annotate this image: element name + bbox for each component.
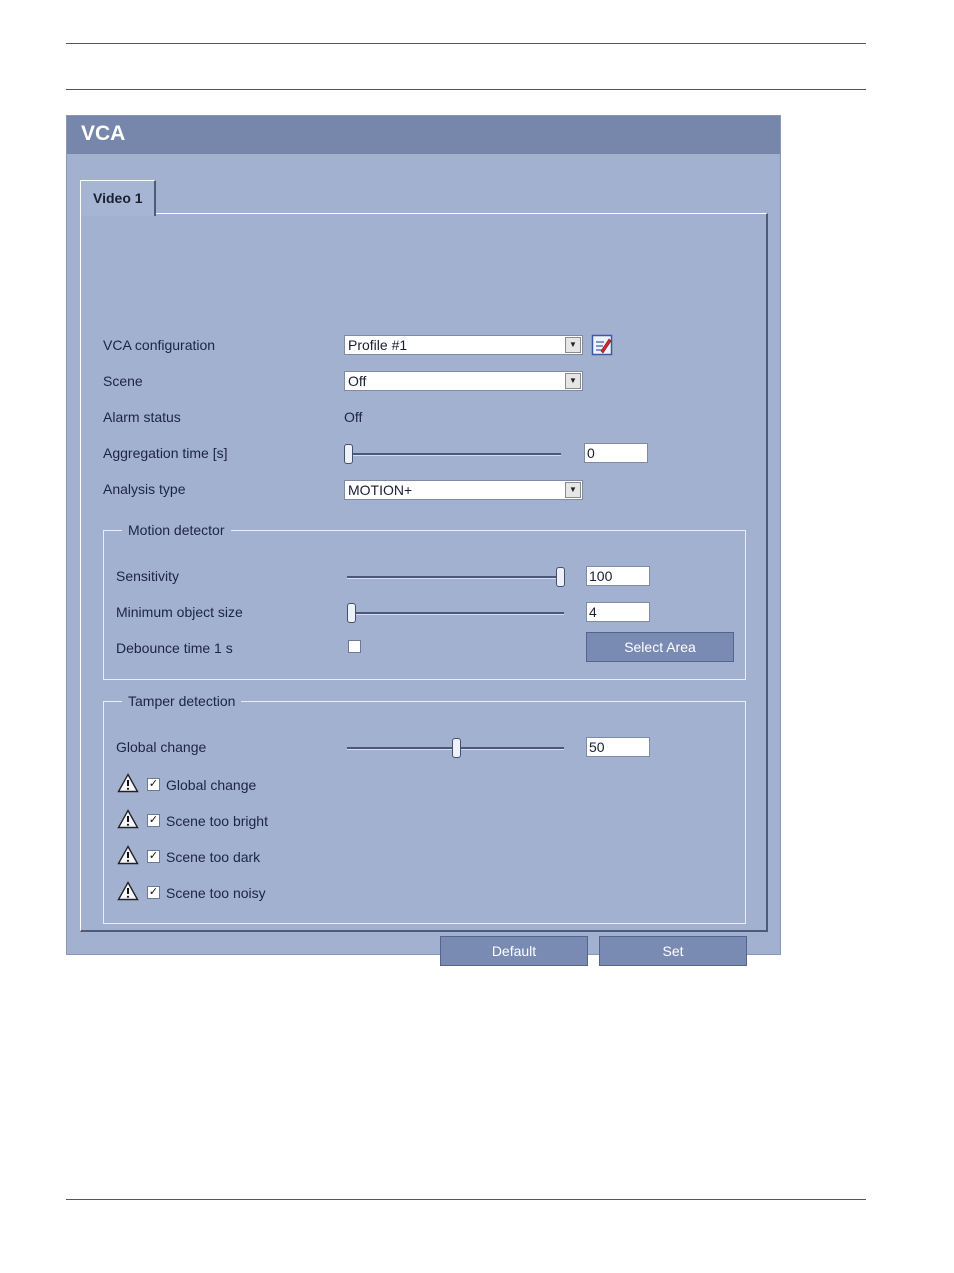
select-area-button[interactable]: Select Area bbox=[586, 632, 734, 662]
vca-configuration-select[interactable]: Profile #1 ▼ bbox=[344, 335, 583, 355]
edit-profile-icon[interactable] bbox=[591, 334, 613, 356]
global-change-label: Global change bbox=[116, 739, 207, 755]
analysis-type-label: Analysis type bbox=[103, 481, 186, 497]
scene-too-noisy-label: Scene too noisy bbox=[166, 885, 266, 901]
sensitivity-label: Sensitivity bbox=[116, 568, 180, 584]
tab-content: VCA configuration Profile #1 ▼ Scene Off… bbox=[80, 213, 768, 966]
footer-rule bbox=[66, 1199, 866, 1200]
minimum-object-size-slider[interactable] bbox=[347, 603, 564, 623]
aggregation-time-slider[interactable] bbox=[344, 444, 561, 464]
scene-too-bright-label: Scene too bright bbox=[166, 813, 268, 829]
motion-detector-legend: Motion detector bbox=[122, 522, 231, 538]
scene-too-bright-checkbox[interactable]: ✓ bbox=[147, 814, 160, 827]
alarm-status-label: Alarm status bbox=[103, 409, 181, 425]
chevron-down-icon[interactable]: ▼ bbox=[565, 482, 581, 498]
default-button[interactable]: Default bbox=[440, 936, 588, 966]
tab-label: Video 1 bbox=[93, 190, 143, 206]
scene-select[interactable]: Off ▼ bbox=[344, 371, 583, 391]
scene-too-noisy-checkbox[interactable]: ✓ bbox=[147, 886, 160, 899]
slider-thumb[interactable] bbox=[344, 444, 353, 464]
warning-icon bbox=[117, 881, 139, 901]
minimum-object-size-label: Minimum object size bbox=[116, 604, 243, 620]
vca-panel: VCA Video 1 VCA configuration Profile #1… bbox=[66, 115, 781, 966]
debounce-checkbox[interactable] bbox=[348, 640, 361, 653]
slider-thumb[interactable] bbox=[347, 603, 356, 623]
header-rule-top bbox=[66, 43, 866, 44]
slider-thumb[interactable] bbox=[556, 567, 565, 587]
global-change-input[interactable]: 50 bbox=[586, 737, 650, 757]
aggregation-time-label: Aggregation time [s] bbox=[103, 445, 228, 461]
vca-configuration-label: VCA configuration bbox=[103, 337, 216, 353]
global-change-check-label: Global change bbox=[166, 777, 257, 793]
set-button[interactable]: Set bbox=[599, 936, 747, 966]
alarm-status-value: Off bbox=[344, 409, 363, 425]
scene-too-dark-label: Scene too dark bbox=[166, 849, 261, 865]
title-bar: VCA bbox=[67, 116, 780, 154]
scene-value: Off bbox=[348, 373, 367, 389]
chevron-down-icon[interactable]: ▼ bbox=[565, 373, 581, 389]
slider-thumb[interactable] bbox=[451, 738, 461, 758]
debounce-label: Debounce time 1 s bbox=[116, 640, 233, 656]
scene-label: Scene bbox=[103, 373, 143, 389]
sensitivity-slider[interactable] bbox=[347, 567, 565, 587]
vca-configuration-value: Profile #1 bbox=[348, 337, 408, 353]
scene-too-dark-checkbox[interactable]: ✓ bbox=[147, 850, 160, 863]
analysis-type-select[interactable]: MOTION+ ▼ bbox=[344, 480, 583, 500]
tab-video-1[interactable]: Video 1 bbox=[80, 180, 156, 216]
tamper-detection-group: Tamper detection Global change 50 ✓ Glob… bbox=[103, 693, 746, 924]
aggregation-time-input[interactable]: 0 bbox=[584, 443, 648, 463]
slider-track bbox=[347, 612, 564, 615]
header-rule-bottom bbox=[66, 89, 866, 90]
warning-icon bbox=[117, 845, 139, 865]
motion-detector-group: Motion detector Sensitivity 100 Minimum … bbox=[103, 522, 746, 680]
slider-track bbox=[344, 453, 561, 456]
global-change-slider[interactable] bbox=[347, 738, 564, 758]
chevron-down-icon[interactable]: ▼ bbox=[565, 337, 581, 353]
analysis-type-value: MOTION+ bbox=[348, 482, 413, 498]
tamper-detection-legend: Tamper detection bbox=[122, 693, 242, 709]
global-change-checkbox[interactable]: ✓ bbox=[147, 778, 160, 791]
sensitivity-input[interactable]: 100 bbox=[586, 566, 650, 586]
minimum-object-size-input[interactable]: 4 bbox=[586, 602, 650, 622]
warning-icon bbox=[117, 773, 139, 793]
warning-icon bbox=[117, 809, 139, 829]
slider-track bbox=[347, 576, 564, 579]
page-title: VCA bbox=[81, 122, 126, 145]
